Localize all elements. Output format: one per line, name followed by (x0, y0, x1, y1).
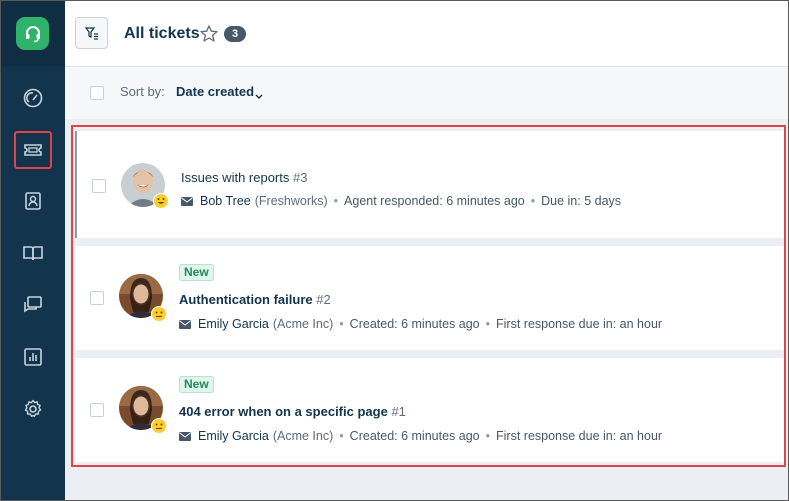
ticket-subject[interactable]: 404 error when on a specific page #1 (179, 404, 406, 419)
status-badge: New (179, 376, 214, 393)
sort-dropdown[interactable]: Date created (176, 84, 254, 99)
ticket-checkbox[interactable] (92, 179, 106, 193)
ticket-due: First response due in: an hour (496, 317, 663, 331)
ticket-card[interactable]: New 404 error when on a specific page #1… (75, 358, 786, 462)
neutral-emoji-icon (151, 418, 167, 434)
ticket-status-time: Created: 6 minutes ago (349, 429, 480, 443)
requester-company: (Acme Inc) (272, 317, 334, 331)
separator-dot: • (530, 194, 536, 208)
gauge-icon (23, 88, 43, 108)
ticket-checkbox[interactable] (90, 291, 104, 305)
logo-area (0, 0, 65, 66)
mail-icon (179, 319, 191, 329)
ticket-subject-text: 404 error when on a specific page (179, 404, 388, 419)
status-badge: New (179, 264, 214, 281)
ticket-meta: Bob Tree (Freshworks) • Agent responded:… (181, 194, 621, 208)
sidebar-item-solutions[interactable] (14, 234, 52, 272)
mail-icon (179, 431, 191, 441)
ticket-status-time: Created: 6 minutes ago (349, 317, 480, 331)
page-header: All tickets 3 (65, 0, 789, 67)
ticket-card[interactable]: Issues with reports #3 Bob Tree (Freshwo… (75, 131, 786, 238)
separator-dot: • (485, 429, 491, 443)
ticket-icon (24, 144, 42, 156)
ticket-subject[interactable]: Authentication failure #2 (179, 292, 331, 307)
gear-icon (24, 399, 42, 417)
sidebar-item-dashboard[interactable] (14, 79, 52, 117)
requester-name[interactable]: Emily Garcia (198, 317, 269, 331)
requester-name[interactable]: Emily Garcia (198, 429, 269, 443)
chevron-down-icon[interactable] (255, 87, 263, 105)
ticket-number: #1 (391, 404, 406, 419)
separator-dot: • (485, 317, 491, 331)
sidebar-item-reports[interactable] (14, 338, 52, 376)
star-icon[interactable] (199, 24, 219, 49)
ticket-due: First response due in: an hour (496, 429, 663, 443)
happy-emoji-icon (153, 193, 169, 209)
ticket-due: Due in: 5 days (541, 194, 622, 208)
ticket-checkbox[interactable] (90, 403, 104, 417)
requester-company: (Freshworks) (254, 194, 328, 208)
sidebar-item-admin[interactable] (14, 390, 52, 428)
sidebar (0, 0, 65, 501)
sidebar-item-forums[interactable] (14, 286, 52, 324)
ticket-count-badge: 3 (224, 26, 246, 42)
ticket-meta: Emily Garcia (Acme Inc) • Created: 6 min… (179, 317, 662, 331)
separator-dot: • (339, 429, 344, 443)
separator-dot: • (339, 317, 344, 331)
filter-toggle-button[interactable] (75, 17, 108, 49)
separator-dot: • (333, 194, 339, 208)
ticket-subject-text: Issues with reports (181, 170, 290, 185)
sort-label: Sort by: (120, 84, 165, 99)
filter-icon (84, 27, 98, 40)
ticket-number: #3 (293, 170, 308, 185)
headset-icon[interactable] (16, 17, 49, 50)
sidebar-item-tickets[interactable] (14, 131, 52, 169)
sidebar-item-contacts[interactable] (14, 182, 52, 220)
ticket-card[interactable]: New Authentication failure #2 Emily Garc… (75, 246, 786, 350)
select-all-checkbox[interactable] (90, 86, 104, 100)
bar-chart-icon (24, 348, 42, 366)
requester-company: (Acme Inc) (272, 429, 334, 443)
ticket-status-time: Agent responded: 6 minutes ago (344, 194, 525, 208)
sort-bar: Sort by: Date created (65, 67, 789, 119)
requester-name[interactable]: Bob Tree (200, 194, 251, 208)
page-title: All tickets (124, 25, 200, 42)
chat-icon (24, 296, 42, 313)
contact-card-icon (25, 192, 41, 210)
ticket-subject-text: Authentication failure (179, 292, 313, 307)
ticket-number: #2 (316, 292, 331, 307)
neutral-emoji-icon (151, 306, 167, 322)
ticket-meta: Emily Garcia (Acme Inc) • Created: 6 min… (179, 429, 662, 443)
mail-icon (181, 196, 193, 206)
ticket-subject[interactable]: Issues with reports #3 (181, 170, 307, 185)
book-icon (23, 246, 43, 261)
